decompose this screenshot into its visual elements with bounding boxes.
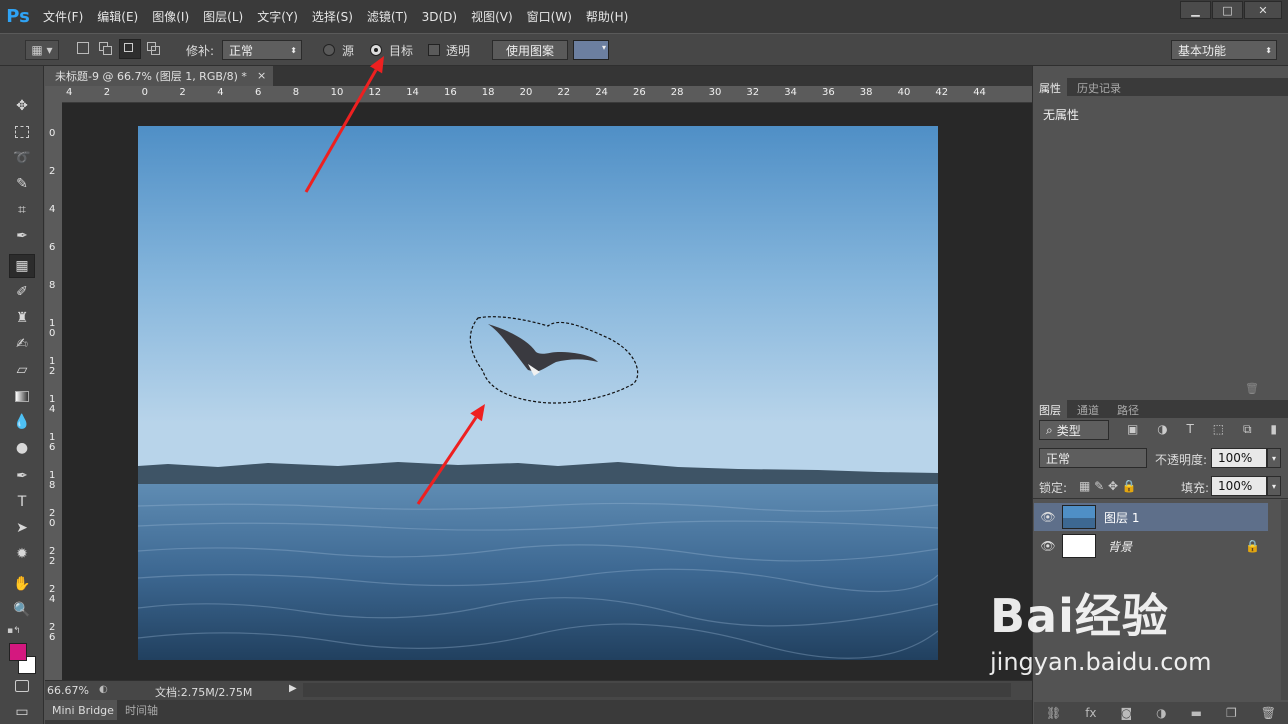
opacity-dropdown-icon[interactable]: ▾ (1267, 448, 1281, 468)
link-layers-icon[interactable]: ⛓ (1046, 706, 1061, 720)
fx-icon[interactable]: fx (1085, 706, 1096, 720)
blend-mode-value: 正常 (1046, 451, 1071, 466)
arrow-to-target-option-shaft (304, 69, 378, 193)
arrow-to-selection-shaft (416, 416, 478, 505)
pixel-filter-icon[interactable]: ▣ (1127, 422, 1138, 438)
filter-kind-value: 类型 (1056, 423, 1081, 438)
status-info-icon[interactable]: ◐ (99, 684, 108, 695)
group-icon[interactable]: ▬ (1191, 706, 1202, 720)
tab-mini-bridge[interactable]: Mini Bridge (45, 700, 117, 720)
mask-icon[interactable]: ◙ (1121, 706, 1133, 720)
bottom-panel-tabs: Mini Bridge 时间轴 (45, 700, 1032, 724)
properties-tabbar: 属性 历史记录 (1033, 78, 1288, 98)
type-filter-icon[interactable]: T (1187, 422, 1194, 438)
lock-label: 锁定: (1039, 481, 1068, 495)
lock-icon: 🔒 (1245, 539, 1260, 553)
layer-name[interactable]: 图层 1 (1104, 509, 1139, 526)
baidu-watermark: Bai经验 jingyan.baidu.com (990, 580, 1230, 690)
arrow-to-selection-head (470, 404, 485, 422)
fill-label: 填充: (1181, 481, 1210, 495)
horizontal-scrollbar[interactable] (303, 683, 1011, 697)
adjustment-filter-icon[interactable]: ◑ (1157, 422, 1167, 438)
tab-history[interactable]: 历史记录 (1071, 78, 1127, 98)
watermark-logo: Bai经验 (990, 589, 1169, 643)
opacity-label: 不透明度: (1155, 453, 1208, 467)
doc-size-info: 文档:2.75M/2.75M (155, 686, 253, 699)
tab-layers[interactable]: 图层 (1033, 400, 1067, 420)
filter-toggle-icon[interactable]: ▮ (1270, 422, 1277, 438)
smart-object-filter-icon[interactable]: ⧉ (1243, 422, 1252, 438)
layer-row[interactable]: 👁 背景 🔒 (1034, 532, 1268, 560)
shape-filter-icon[interactable]: ⬚ (1213, 422, 1224, 438)
tab-paths[interactable]: 路径 (1111, 400, 1145, 420)
new-layer-icon[interactable]: ❐ (1226, 706, 1237, 720)
layer-thumbnail (1062, 505, 1096, 529)
watermark-url: jingyan.baidu.com (990, 648, 1212, 676)
visibility-eye-icon[interactable]: 👁 (1034, 539, 1062, 553)
layers-tabbar: 图层 通道 路径 (1033, 400, 1288, 420)
layer-row[interactable]: 👁 图层 1 (1034, 503, 1268, 531)
status-bar: 66.67% ◐ 文档:2.75M/2.75M ▶ (45, 680, 1032, 700)
layer-thumbnail (1062, 534, 1096, 558)
layer-filter-icons: ▣ ◑ T ⬚ ⧉ ▮ (1127, 422, 1277, 438)
fill-input[interactable]: 100% (1211, 476, 1267, 496)
blend-mode-select[interactable]: 正常 (1039, 448, 1147, 468)
search-icon: ⌕ (1046, 422, 1053, 437)
layers-footer: ⛓ fx ◙ ◑ ▬ ❐ 🗑 (1034, 702, 1288, 724)
layer-filter-kind-select[interactable]: ⌕ 类型 (1039, 420, 1109, 440)
delete-layer-icon[interactable]: 🗑 (1261, 706, 1276, 720)
tab-properties[interactable]: 属性 (1033, 78, 1067, 98)
layers-scrollbar[interactable] (1281, 500, 1288, 700)
trash-icon[interactable]: 🗑 (1245, 382, 1259, 395)
status-menu-arrow-icon[interactable]: ▶ (289, 683, 297, 694)
opacity-input[interactable]: 100% (1211, 448, 1267, 468)
visibility-eye-icon[interactable]: 👁 (1034, 510, 1062, 524)
zoom-level[interactable]: 66.67% (47, 684, 89, 697)
adjustment-layer-icon[interactable]: ◑ (1156, 706, 1166, 720)
layer-name[interactable]: 背景 (1108, 538, 1132, 555)
fill-dropdown-icon[interactable]: ▾ (1267, 476, 1281, 496)
tab-channels[interactable]: 通道 (1071, 400, 1105, 420)
no-properties-text: 无属性 (1043, 108, 1080, 122)
lock-icons[interactable]: ▦ ✎ ✥ 🔒 (1079, 479, 1137, 493)
tab-timeline[interactable]: 时间轴 (119, 700, 169, 720)
